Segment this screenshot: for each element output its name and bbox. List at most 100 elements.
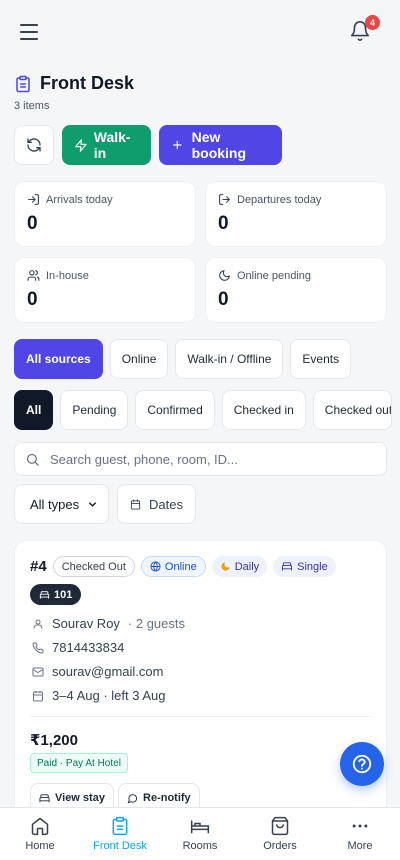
moon-icon	[221, 562, 230, 571]
stat-value: 0	[218, 213, 229, 234]
rate-badge-label: Daily	[234, 560, 260, 573]
calendar-icon	[130, 498, 141, 510]
filter-row: All types Dates	[14, 484, 196, 524]
stat-departures: Departures today 0	[205, 181, 387, 247]
status-all[interactable]: All	[14, 390, 54, 430]
new-booking-label: New booking	[191, 129, 247, 161]
search-bar	[14, 442, 387, 476]
stat-in-house: In-house 0	[14, 257, 196, 323]
phone-icon	[32, 641, 44, 653]
filter-online[interactable]: Online	[109, 339, 169, 379]
guest-count: · 2 guests	[127, 616, 186, 631]
guest-phone: 7814433834	[52, 640, 125, 655]
bed-icon	[190, 820, 210, 834]
moon-icon	[219, 270, 230, 281]
guest-email: sourav@gmail.com	[52, 664, 164, 679]
stat-online-pending: Online pending 0	[205, 257, 387, 323]
source-badge: Online	[140, 556, 206, 577]
source-badge-label: Online	[164, 560, 197, 573]
mail-icon	[32, 667, 44, 676]
filter-events[interactable]: Events	[290, 339, 352, 379]
refresh-icon	[27, 138, 41, 152]
search-input[interactable]	[50, 451, 376, 467]
dates-label: Dates	[149, 496, 183, 512]
help-icon	[352, 754, 372, 774]
message-icon	[127, 793, 138, 803]
stat-value: 0	[218, 289, 229, 310]
guest-row: Sourav Roy · 2 guests	[32, 616, 185, 631]
stat-label: Online pending	[237, 269, 312, 282]
stat-value: 0	[27, 213, 38, 234]
walk-in-button[interactable]: Walk-in	[62, 125, 151, 165]
nav-front-desk[interactable]: Front Desk	[80, 808, 160, 860]
payment-badge: Paid · Pay At Hotel	[30, 753, 128, 773]
type-select[interactable]: All types	[14, 484, 109, 524]
bed-icon	[282, 562, 293, 571]
bed-icon	[39, 793, 50, 802]
booking-card-header: #4 Checked Out Online Daily Single	[30, 556, 336, 577]
action-bar: Walk-in New booking	[14, 125, 282, 165]
search-icon	[26, 453, 39, 466]
nav-orders-label: Orders	[263, 840, 297, 852]
nav-rooms-label: Rooms	[182, 840, 218, 852]
type-select-value: All types	[30, 496, 80, 512]
stat-label: Departures today	[237, 193, 322, 206]
room-type-badge-label: Single	[297, 560, 328, 573]
room-type-badge: Single	[273, 556, 336, 577]
dates-row: 3–4 Aug · left 3 Aug	[32, 688, 165, 703]
item-count: 3 items	[14, 100, 50, 112]
booking-card[interactable]: #4 Checked Out Online Daily Single 101 S…	[14, 540, 387, 840]
stay-dates: 3–4 Aug · left 3 Aug	[52, 688, 166, 703]
status-checked-in[interactable]: Checked in	[221, 390, 306, 430]
phone-row: 7814433834	[32, 640, 124, 655]
room-number: 101	[54, 588, 73, 601]
stat-label: In-house	[46, 269, 89, 282]
re-notify-label: Re-notify	[143, 792, 191, 804]
filter-all-sources[interactable]: All sources	[14, 339, 103, 379]
status-checked-out[interactable]: Checked out	[312, 390, 392, 430]
user-icon	[33, 619, 43, 628]
new-booking-button[interactable]: New booking	[159, 125, 282, 165]
menu-icon[interactable]	[20, 20, 44, 44]
nav-orders[interactable]: Orders	[240, 808, 320, 860]
booking-number: #4	[30, 558, 47, 575]
email-row: sourav@gmail.com	[32, 664, 163, 679]
room-badge: 101	[30, 584, 82, 605]
bed-icon	[39, 590, 50, 599]
nav-home[interactable]: Home	[0, 808, 80, 860]
bolt-icon	[75, 138, 87, 152]
bottom-nav: Home Front Desk Rooms Orders More	[0, 807, 400, 860]
stat-label: Arrivals today	[46, 193, 113, 206]
source-filter-bar: All sources Online Walk-in / Offline Eve…	[14, 339, 352, 379]
notification-badge: 4	[365, 15, 380, 30]
nav-home-label: Home	[25, 840, 55, 852]
page-title: Front Desk	[40, 73, 135, 93]
top-bar: 4	[0, 0, 400, 64]
nav-more-label: More	[347, 840, 373, 852]
status-badge: Checked Out	[52, 556, 135, 577]
status-filter-bar: All Pending Confirmed Checked in Checked…	[14, 390, 392, 430]
page-header: Front Desk	[14, 73, 134, 94]
walk-in-label: Walk-in	[93, 129, 131, 161]
arrival-icon	[28, 194, 39, 205]
dates-button[interactable]: Dates	[117, 484, 196, 524]
help-button[interactable]	[340, 742, 384, 786]
guest-name: Sourav Roy	[52, 616, 120, 631]
more-icon	[352, 824, 368, 828]
nav-more[interactable]: More	[320, 808, 400, 860]
status-checked-out-label: Checked out	[324, 403, 392, 417]
refresh-button[interactable]	[14, 125, 54, 165]
calendar-icon	[33, 690, 43, 701]
stat-arrivals: Arrivals today 0	[14, 181, 196, 247]
card-divider	[30, 716, 373, 717]
nav-rooms[interactable]: Rooms	[160, 808, 240, 860]
status-pending[interactable]: Pending	[60, 390, 129, 430]
rate-badge: Daily	[211, 556, 268, 577]
shopping-bag-icon	[271, 816, 289, 836]
home-icon	[31, 817, 49, 836]
view-stay-label: View stay	[55, 792, 105, 804]
nav-front-desk-label: Front Desk	[93, 840, 147, 852]
filter-walk-in-offline[interactable]: Walk-in / Offline	[175, 339, 284, 379]
plus-icon	[173, 140, 182, 150]
status-confirmed[interactable]: Confirmed	[135, 390, 215, 430]
